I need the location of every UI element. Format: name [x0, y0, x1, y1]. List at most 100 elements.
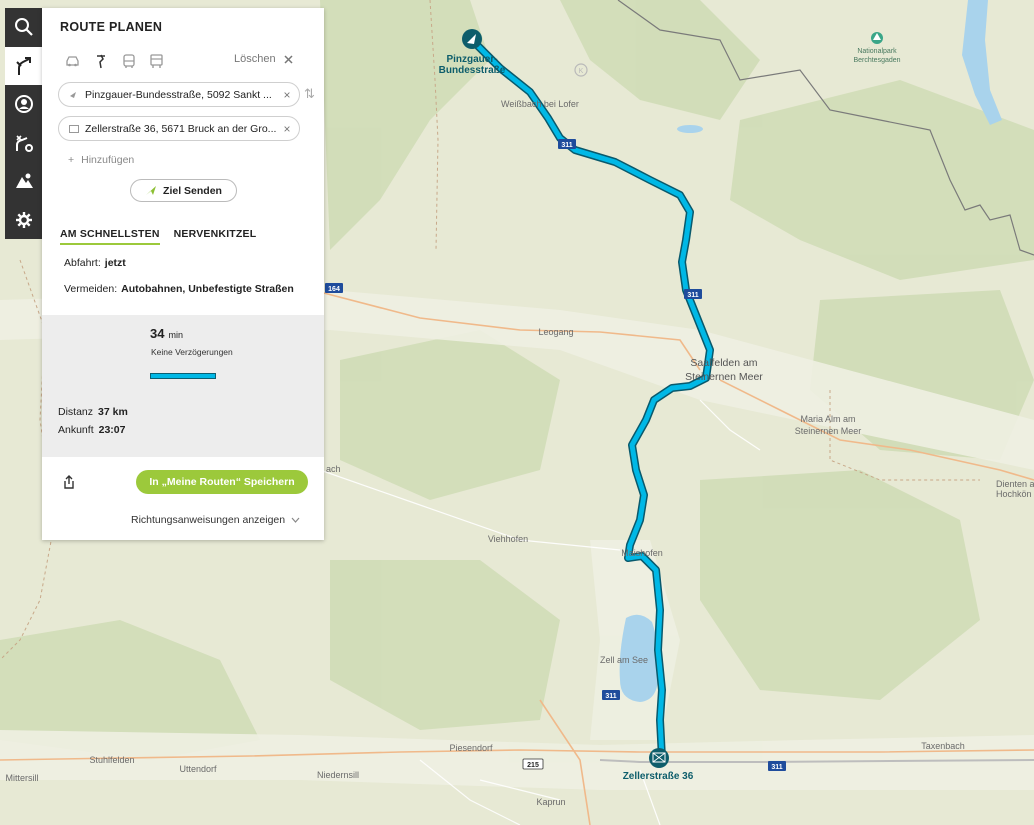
send-destination-button[interactable]: Ziel Senden [130, 179, 237, 202]
place-zell-am-see: Zell am See [600, 655, 648, 665]
send-icon [146, 186, 157, 195]
send-label: Ziel Senden [163, 184, 222, 197]
start-field[interactable]: Pinzgauer-Bundesstraße, 5092 Sankt ... × [58, 82, 300, 107]
tab-thrilling[interactable]: NERVENKITZEL [174, 228, 257, 245]
settings-rail-button[interactable] [5, 201, 42, 240]
park-label-1: Nationalpark [857, 48, 897, 55]
close-icon [284, 54, 293, 64]
route-rail-button[interactable] [5, 46, 42, 85]
avoid-label: Vermeiden: [64, 283, 118, 295]
distance-value: 37 km [98, 406, 128, 418]
share-button[interactable] [62, 474, 76, 495]
routes-list-rail-button[interactable] [5, 124, 42, 163]
svg-text:215: 215 [527, 762, 539, 769]
place-saalfelden-1: Saalfelden am [690, 357, 757, 369]
lake-small [677, 125, 703, 133]
search-rail-button[interactable] [5, 8, 42, 47]
place-saalfelden-2: Steinernen Meer [685, 371, 763, 383]
place-bach: ach [326, 464, 341, 474]
svg-text:311: 311 [687, 292, 698, 299]
svg-text:311: 311 [561, 142, 572, 149]
route-color-bar [150, 373, 216, 379]
road-badge-311-a: 311 [558, 139, 576, 149]
profile-icon [14, 95, 33, 114]
place-piesendorf: Piesendorf [449, 743, 493, 753]
destination-flag-marker-icon[interactable] [649, 748, 669, 768]
bus-mode-button[interactable] [120, 53, 137, 69]
duration: 34 min [150, 326, 183, 341]
distance-row: Distanz 37 km [58, 406, 128, 418]
place-niedernsill: Niedernsill [317, 770, 359, 780]
poi-icon [15, 173, 33, 189]
bus-icon [122, 53, 135, 68]
clear-start-icon[interactable]: × [281, 88, 293, 102]
truck-mode-button[interactable] [148, 53, 165, 69]
road-badge-311-c: 311 [602, 690, 620, 700]
svg-text:164: 164 [328, 286, 340, 293]
clear-button[interactable]: Löschen [234, 53, 293, 65]
flag-icon [69, 124, 79, 133]
arrival-label: Ankunft [58, 424, 94, 436]
share-icon [64, 475, 74, 489]
panel-title: ROUTE PLANEN [60, 20, 163, 34]
poi-rail-button[interactable] [5, 162, 42, 201]
icon-rail [5, 8, 42, 239]
arrival-value: 23:07 [98, 424, 126, 436]
place-viehhofen: Viehhofen [488, 534, 528, 544]
routes-list-icon [15, 135, 33, 152]
plus-icon: + [68, 154, 75, 166]
avoid-row[interactable]: Vermeiden: Autobahnen, Unbefestigte Straß… [64, 283, 294, 295]
route-icon [15, 56, 31, 75]
destination-field[interactable]: Zellerstraße 36, 5671 Bruck an der Gro..… [58, 116, 300, 141]
place-maria-alm-2: Steinernen Meer [795, 426, 862, 436]
road-badge-164: 164 [325, 283, 343, 293]
car-mode-button[interactable] [64, 53, 81, 69]
route-panel: ROUTE PLANEN Löschen Pinzgauer-Bundesstr… [42, 8, 324, 540]
svg-text:311: 311 [605, 693, 616, 700]
svg-text:311: 311 [771, 764, 782, 771]
motorbike-icon [96, 54, 105, 69]
transport-modes [64, 53, 165, 69]
tab-fastest[interactable]: AM SCHNELLSTEN [60, 228, 160, 245]
place-weissbach: Weißbach bei Lofer [501, 99, 579, 109]
departure-row[interactable]: Abfahrt: jetzt [64, 257, 126, 269]
motorbike-mode-button[interactable] [92, 53, 109, 69]
svg-text:K: K [579, 68, 584, 75]
departure-label: Abfahrt: [64, 257, 101, 269]
place-dienten-1: Dienten a [996, 479, 1034, 489]
add-label: Hinzufügen [81, 154, 135, 166]
place-uttendorf: Uttendorf [179, 764, 217, 774]
place-stuhlfelden: Stuhlfelden [89, 755, 134, 765]
profile-rail-button[interactable] [5, 85, 42, 124]
destination-label: Zellerstraße 36 [623, 771, 694, 782]
arrival-row: Ankunft 23:07 [58, 424, 125, 436]
swap-icon[interactable]: ⇅ [304, 86, 315, 102]
clear-destination-icon[interactable]: × [281, 122, 293, 136]
destination-field-text: Zellerstraße 36, 5671 Bruck an der Gro..… [85, 122, 277, 135]
chevron-down-icon [291, 517, 300, 523]
place-kaprun: Kaprun [536, 797, 565, 807]
place-maishofen: Maishofen [621, 548, 663, 558]
start-marker-icon[interactable] [462, 29, 482, 49]
duration-unit: min [168, 330, 183, 340]
clear-label: Löschen [234, 53, 276, 65]
route-summary[interactable]: 34 min Keine Verzögerungen Distanz 37 km A… [42, 315, 324, 457]
show-directions-button[interactable]: Richtungsanweisungen anzeigen [131, 514, 300, 526]
delay-text: Keine Verzögerungen [151, 347, 233, 357]
road-badge-215: 215 [522, 758, 544, 770]
departure-value: jetzt [104, 257, 126, 269]
place-leogang: Leogang [538, 327, 573, 337]
avoid-value: Autobahnen, Unbefestigte Straßen [121, 283, 294, 295]
park-label-2: Berchtesgaden [853, 57, 900, 64]
car-icon [66, 56, 79, 67]
duration-value: 34 [150, 326, 165, 341]
directions-label: Richtungsanweisungen anzeigen [131, 514, 286, 526]
place-maria-alm-1: Maria Alm am [800, 414, 855, 424]
add-waypoint-button[interactable]: + Hinzufügen [68, 154, 134, 166]
save-to-my-routes-button[interactable]: In „Meine Routen“ Speichern [136, 470, 308, 494]
distance-label: Distanz [58, 406, 94, 418]
place-dienten-2: Hochkön [996, 489, 1032, 499]
start-field-text: Pinzgauer-Bundesstraße, 5092 Sankt ... [85, 88, 272, 101]
start-arrow-icon [69, 91, 79, 99]
place-taxenbach: Taxenbach [921, 741, 965, 751]
